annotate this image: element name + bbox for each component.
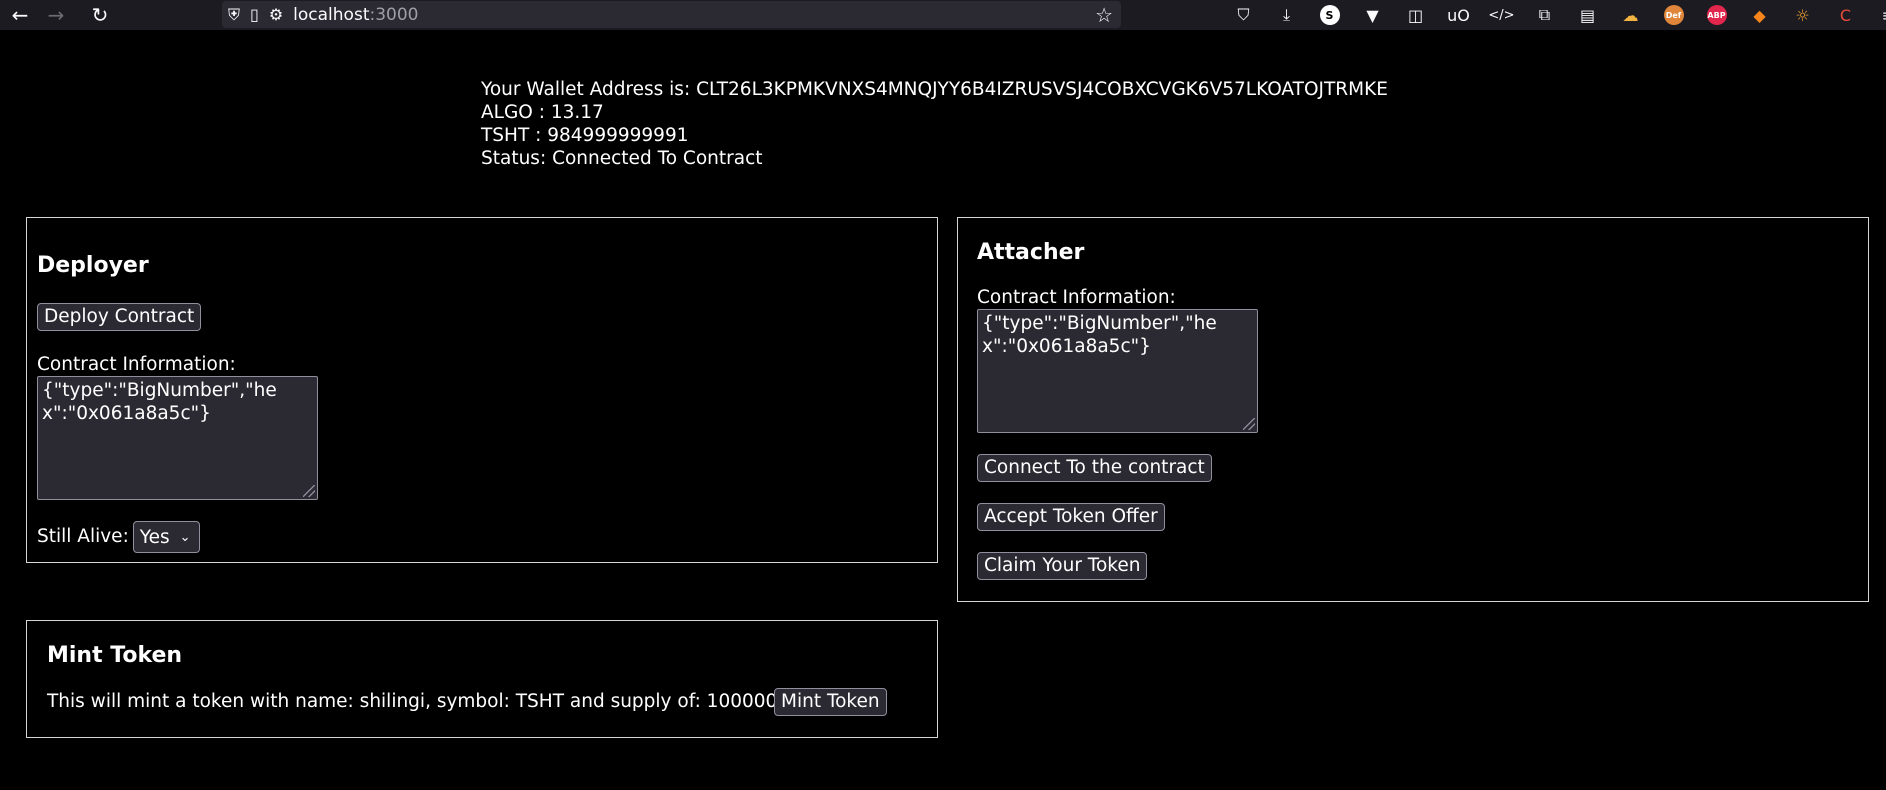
still-alive-label: Still Alive: (37, 526, 129, 547)
page-icon: ▯ (250, 5, 259, 24)
abp-icon[interactable]: ABP (1695, 0, 1738, 30)
download-icon[interactable]: ⤓ (1265, 0, 1308, 30)
deployer-title: Deployer (37, 253, 149, 278)
wallet-address: Your Wallet Address is: CLT26L3KPMKVNXS4… (481, 79, 1388, 100)
v-extension-icon[interactable]: ▼ (1351, 0, 1394, 30)
shield-icon[interactable]: ⛨ (228, 5, 240, 25)
tsht-balance: TSHT : 984999999991 (481, 125, 689, 146)
deployer-contract-info-textarea[interactable]: {"type":"BigNumber","hex":"0x061a8a5c"} (37, 376, 318, 500)
resize-grip-icon[interactable] (303, 485, 315, 497)
algo-balance: ALGO : 13.17 (481, 102, 604, 123)
pocket-icon[interactable]: ⛉ (1222, 0, 1265, 30)
attacher-contract-info-label: Contract Information: (977, 287, 1176, 308)
deployer-panel: Deployer Deploy Contract Contract Inform… (26, 217, 938, 563)
back-arrow-icon[interactable]: ← (0, 0, 40, 30)
fox-extension-icon[interactable]: ☁ (1609, 0, 1652, 30)
bookmark-star-icon[interactable]: ☆ (1095, 3, 1113, 27)
still-alive-select[interactable]: Yes ⌄ (132, 521, 200, 553)
metamask-icon[interactable]: ◆ (1738, 0, 1781, 30)
claim-token-button[interactable]: Claim Your Token (977, 552, 1148, 580)
url-port: :3000 (369, 4, 419, 25)
attacher-panel: Attacher Contract Information: {"type":"… (957, 217, 1869, 602)
still-alive-value: Yes (139, 526, 170, 548)
chevron-down-icon: ⌄ (179, 529, 191, 545)
c-extension-icon[interactable]: C (1824, 0, 1867, 30)
page-content: Your Wallet Address is: CLT26L3KPMKVNXS4… (0, 30, 1886, 790)
url-bar[interactable]: ⛨ ▯ ⚙ localhost:3000 ☆ (222, 1, 1121, 28)
menu-icon[interactable]: ≡ (1867, 0, 1886, 30)
glasses-extension-icon[interactable]: ◫ (1394, 0, 1437, 30)
s-extension-icon[interactable]: S (1308, 0, 1351, 30)
resize-grip-icon[interactable] (1243, 418, 1255, 430)
reader-icon[interactable]: ▤ (1566, 0, 1609, 30)
wallet-info: Your Wallet Address is: CLT26L3KPMKVNXS4… (481, 78, 1388, 170)
attacher-title: Attacher (977, 240, 1085, 265)
attacher-contract-info-value: {"type":"BigNumber","hex":"0x061a8a5c"} (982, 313, 1217, 357)
connection-status: Status: Connected To Contract (481, 148, 763, 169)
attacher-contract-info-textarea[interactable]: {"type":"BigNumber","hex":"0x061a8a5c"} (977, 309, 1258, 433)
connect-contract-button[interactable]: Connect To the contract (977, 454, 1212, 482)
accept-token-offer-button[interactable]: Accept Token Offer (977, 503, 1165, 531)
devtools-icon[interactable]: </> (1480, 0, 1523, 30)
deployer-contract-info-label: Contract Information: (37, 354, 236, 375)
sun-extension-icon[interactable]: ☼ (1781, 0, 1824, 30)
mint-description: This will mint a token with name: shilin… (47, 691, 796, 712)
browser-toolbar: ← → ↻ ⛨ ▯ ⚙ localhost:3000 ☆ ⛉ ⤓ S ▼ ◫ uO </> ⧉… (0, 0, 1886, 30)
mint-token-button[interactable]: Mint Token (774, 688, 887, 716)
permissions-icon[interactable]: ⚙ (269, 5, 283, 24)
screen-icon[interactable]: ⧉ (1523, 0, 1566, 30)
url-host: localhost (293, 4, 370, 25)
mint-token-panel: Mint Token This will mint a token with n… (26, 620, 938, 738)
ublock-icon[interactable]: uO (1437, 0, 1480, 30)
still-alive-row: Still Alive: Yes ⌄ (37, 521, 200, 553)
deployer-contract-info-value: {"type":"BigNumber","hex":"0x061a8a5c"} (42, 380, 277, 424)
deploy-contract-button[interactable]: Deploy Contract (37, 303, 202, 331)
extensions-area: ⛉⤓S▼◫uO</>⧉▤☁DefABP◆☼C≡ (1222, 0, 1886, 30)
forward-arrow-icon[interactable]: → (36, 0, 76, 30)
def-extension-icon[interactable]: Def (1652, 0, 1695, 30)
mint-token-title: Mint Token (47, 643, 183, 668)
reload-icon[interactable]: ↻ (80, 0, 120, 30)
